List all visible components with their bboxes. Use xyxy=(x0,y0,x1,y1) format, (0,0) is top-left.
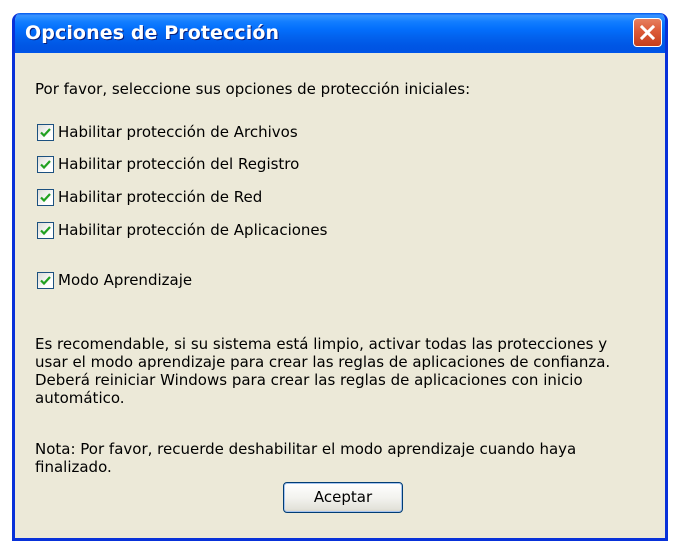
option-network-protection[interactable]: Habilitar protección de Red xyxy=(37,186,262,208)
check-icon xyxy=(40,192,51,202)
check-icon xyxy=(40,225,51,235)
note-text: Nota: Por favor, recuerde deshabilitar e… xyxy=(35,440,655,476)
note-line: finalizado. xyxy=(35,458,112,476)
close-button[interactable] xyxy=(633,18,662,47)
protection-options-dialog: Opciones de Protección Por favor, selecc… xyxy=(12,13,668,541)
option-registry-protection[interactable]: Habilitar protección del Registro xyxy=(37,153,299,175)
recommendation-line: automático. xyxy=(35,389,125,407)
application-protection-checkbox[interactable] xyxy=(37,221,54,239)
dialog-content: Por favor, seleccione sus opciones de pr… xyxy=(15,53,665,538)
title-bar[interactable]: Opciones de Protección xyxy=(15,13,665,53)
note-line: Nota: Por favor, recuerde deshabilitar e… xyxy=(35,440,577,458)
network-protection-checkbox[interactable] xyxy=(37,188,54,206)
close-icon xyxy=(639,24,656,41)
intro-text: Por favor, seleccione sus opciones de pr… xyxy=(35,80,471,98)
check-icon xyxy=(40,275,51,285)
check-icon xyxy=(40,127,51,137)
option-file-protection[interactable]: Habilitar protección de Archivos xyxy=(37,121,298,143)
option-label: Habilitar protección de Archivos xyxy=(58,123,298,141)
recommendation-line: usar el modo aprendizaje para crear las … xyxy=(35,353,611,371)
file-protection-checkbox[interactable] xyxy=(37,123,54,141)
recommendation-line: Deberá reiniciar Windows para crear las … xyxy=(35,371,583,389)
option-learning-mode[interactable]: Modo Aprendizaje xyxy=(37,269,192,291)
accept-button[interactable]: Aceptar xyxy=(283,482,403,513)
recommendation-text: Es recomendable, si su sistema está limp… xyxy=(35,335,655,407)
learning-mode-checkbox[interactable] xyxy=(37,271,54,289)
option-label: Habilitar protección de Aplicaciones xyxy=(58,221,328,239)
recommendation-line: Es recomendable, si su sistema está limp… xyxy=(35,335,608,353)
option-label: Habilitar protección del Registro xyxy=(58,155,300,173)
registry-protection-checkbox[interactable] xyxy=(37,155,54,173)
option-label: Modo Aprendizaje xyxy=(58,271,193,289)
option-label: Habilitar protección de Red xyxy=(58,188,263,206)
option-application-protection[interactable]: Habilitar protección de Aplicaciones xyxy=(37,219,327,241)
window-title: Opciones de Protección xyxy=(25,22,280,44)
check-icon xyxy=(40,159,51,169)
